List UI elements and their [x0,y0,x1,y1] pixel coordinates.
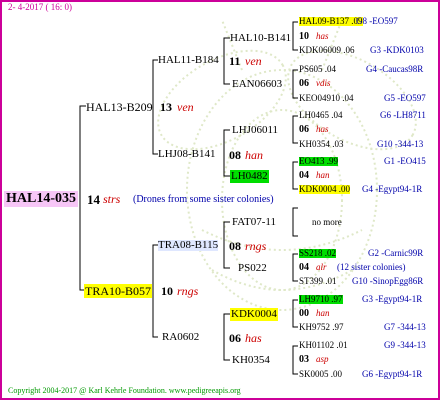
gen4-7-botcode: G7 -344-13 [384,322,426,332]
gen2-2-name: LHJ08-B141 [158,148,216,160]
gen4-8-top: KH01102 .01 [299,340,348,350]
gen2-3-name: TRA08-B115 [158,239,219,251]
gen4-5-nomore: no more [312,217,342,227]
gen4-4-bot: KDK0004 .00 [299,184,350,194]
gen4-1-num: 10 [299,31,309,42]
gen4-6-top: SS218 .02 [299,248,337,258]
root-note: (Drones from some sister colonies) [133,194,274,205]
gen2-3-num: 08 [229,239,241,253]
gen2-4-num: 06 [229,331,241,345]
gen4-7-bot: KH9752 .97 [299,322,344,332]
gen2-1-name: HAL11-B184 [158,54,219,66]
gen4-7-top: LH9710 .97 [299,294,343,304]
gen4-6-topcode: G2 -Carnic99R [368,248,424,258]
gen4-3-bot: KH0354 .03 [299,139,344,149]
gen4-6-num: 04 [299,262,309,273]
gen4-3-botcode: G10 -344-13 [377,139,424,149]
gen3-5-name: FAT07-11 [232,216,276,228]
gen4-7-num: 00 [299,308,309,319]
gen4-4-topcode: G1 -EO415 [384,156,426,166]
gen4-4-breed: han [316,170,330,180]
gen3-7-name: KDK0004 [230,308,278,321]
gen4-1-breed: has [316,31,329,41]
gen4-6-note: (12 sister colonies) [337,262,406,272]
gen4-8-topcode: G9 -344-13 [384,340,426,350]
gen4-7-breed: han [316,308,330,318]
gen1-sire-num: 13 [160,100,172,114]
gen1-sire-breed: ven [177,100,194,114]
gen4-2-breed: vdis [316,78,331,88]
gen1-sire-name: HAL13-B209 [86,100,153,114]
gen2-4-name: RA0602 [162,331,200,343]
gen3-2-name: EAN06603 [232,78,283,90]
gen4-8-bot: SK0005 .00 [299,369,343,379]
root-num: 14 [87,192,100,207]
print-date: 2- 4-2017 ( 16: 0) [8,2,72,12]
gen4-2-topcode: G4 -Caucas98R [366,64,424,74]
gen4-8-breed: asp [316,354,329,364]
gen4-3-topcode: G6 -LH8711 [380,110,426,120]
gen2-2-breed: han [245,148,263,162]
gen2-3-breed: rngs [245,239,267,253]
gen4-6-bot: ST399 .01 [299,276,337,286]
gen4-1-botcode: G3 -KDK0103 [370,45,424,55]
gen2-1-breed: ven [245,54,262,68]
gen3-1-name: HAL10-B141 [230,32,292,44]
gen4-2-botcode: G5 -EO597 [384,93,426,103]
gen4-6-botcode: G10 -SinopEgg86R [352,276,424,286]
gen4-3-top: LH0465 .04 [299,110,343,120]
gen1-dam-num: 10 [161,284,173,298]
gen2-2-num: 08 [229,148,241,162]
gen4-4-botcode: G4 -Egypt94-1R [362,184,423,194]
gen4-4-num: 04 [299,170,309,181]
gen4-3-breed: has [316,124,329,134]
gen1-dam-name: TRA10-B057 [84,284,152,298]
gen4-2-num: 06 [299,78,309,89]
gen2-4-breed: has [245,331,262,345]
root-name: HAL14-035 [4,191,78,207]
gen4-1-topcode: G8 -EO597 [356,16,398,26]
gen3-6-name: PS022 [238,262,267,274]
gen1-dam-breed: rngs [177,284,199,298]
gen4-7-topcode: G3 -Egypt94-1R [362,294,423,304]
gen4-2-bot: KEO04910 .04 [299,93,354,103]
footer-copyright: Copyright 2004-2017 @ Karl Kehrle Founda… [8,386,241,395]
gen4-6-breed: alr [316,262,327,272]
gen4-3-num: 06 [299,124,309,135]
gen4-2-top: PS605 .04 [299,64,337,74]
gen3-3-name: LHJ06011 [232,124,279,136]
gen4-1-top: HAL09-B137 .09 [299,16,363,26]
gen2-1-num: 11 [229,54,241,68]
root-breed: strs [103,192,121,206]
gen4-4-top: EO413 .99 [299,156,338,166]
gen4-8-botcode: G6 -Egypt94-1R [362,369,423,379]
gen4-1-bot: KDK06009 .06 [299,45,355,55]
gen3-8-name: KH0354 [232,354,270,366]
gen4-8-num: 03 [299,354,309,365]
gen3-4-name: LH0482 [230,170,269,183]
